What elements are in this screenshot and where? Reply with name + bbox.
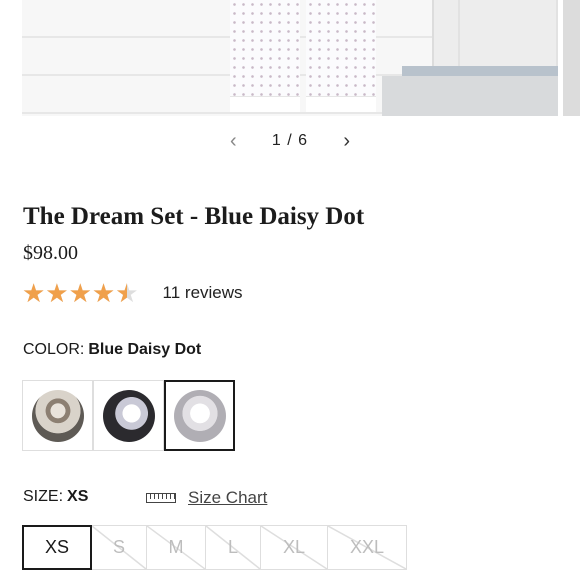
color-selection: COLOR: Blue Daisy Dot [23,341,201,359]
color-swatch-2[interactable] [93,380,164,451]
product-title: The Dream Set - Blue Daisy Dot [23,203,365,230]
color-swatch-1[interactable] [22,380,93,451]
reviews-link[interactable]: 11 reviews [163,283,243,303]
chevron-left-icon[interactable]: ‹ [230,128,237,154]
size-selection: SIZE: XS [23,488,88,506]
size-option-xl[interactable]: XL [260,525,328,570]
size-option-m[interactable]: M [146,525,206,570]
color-swatches [22,380,235,451]
size-option-xs[interactable]: XS [22,525,92,570]
image-pager: ‹ 1 / 6 › [230,128,350,154]
color-value: Blue Daisy Dot [88,341,202,358]
swatch-thumbnail [102,389,155,442]
size-chart-link[interactable]: Size Chart [146,488,267,508]
pager-count: 1 / 6 [271,132,309,149]
swatch-thumbnail [173,389,226,442]
rating[interactable]: ★★★★★ ★★★★★ 11 reviews [22,280,243,306]
ruler-icon [146,493,176,503]
size-options: XS S M L XL XXL [22,525,407,570]
size-chart-label[interactable]: Size Chart [188,488,267,508]
size-option-l[interactable]: L [205,525,261,570]
size-value: XS [67,488,89,505]
swatch-thumbnail [31,389,84,442]
star-rating: ★★★★★ ★★★★★ [22,278,139,308]
product-price: $98.00 [23,242,78,264]
color-swatch-3[interactable] [164,380,235,451]
pant-leg-right [306,0,376,112]
chevron-right-icon[interactable]: › [343,128,350,154]
size-label: SIZE: [23,488,64,505]
next-image-preview[interactable] [563,0,580,116]
color-label: COLOR: [23,341,85,358]
size-option-s[interactable]: S [91,525,147,570]
product-image[interactable] [22,0,558,116]
floor-background [382,76,558,116]
pant-leg-left [230,0,300,112]
size-option-xxl[interactable]: XXL [327,525,407,570]
